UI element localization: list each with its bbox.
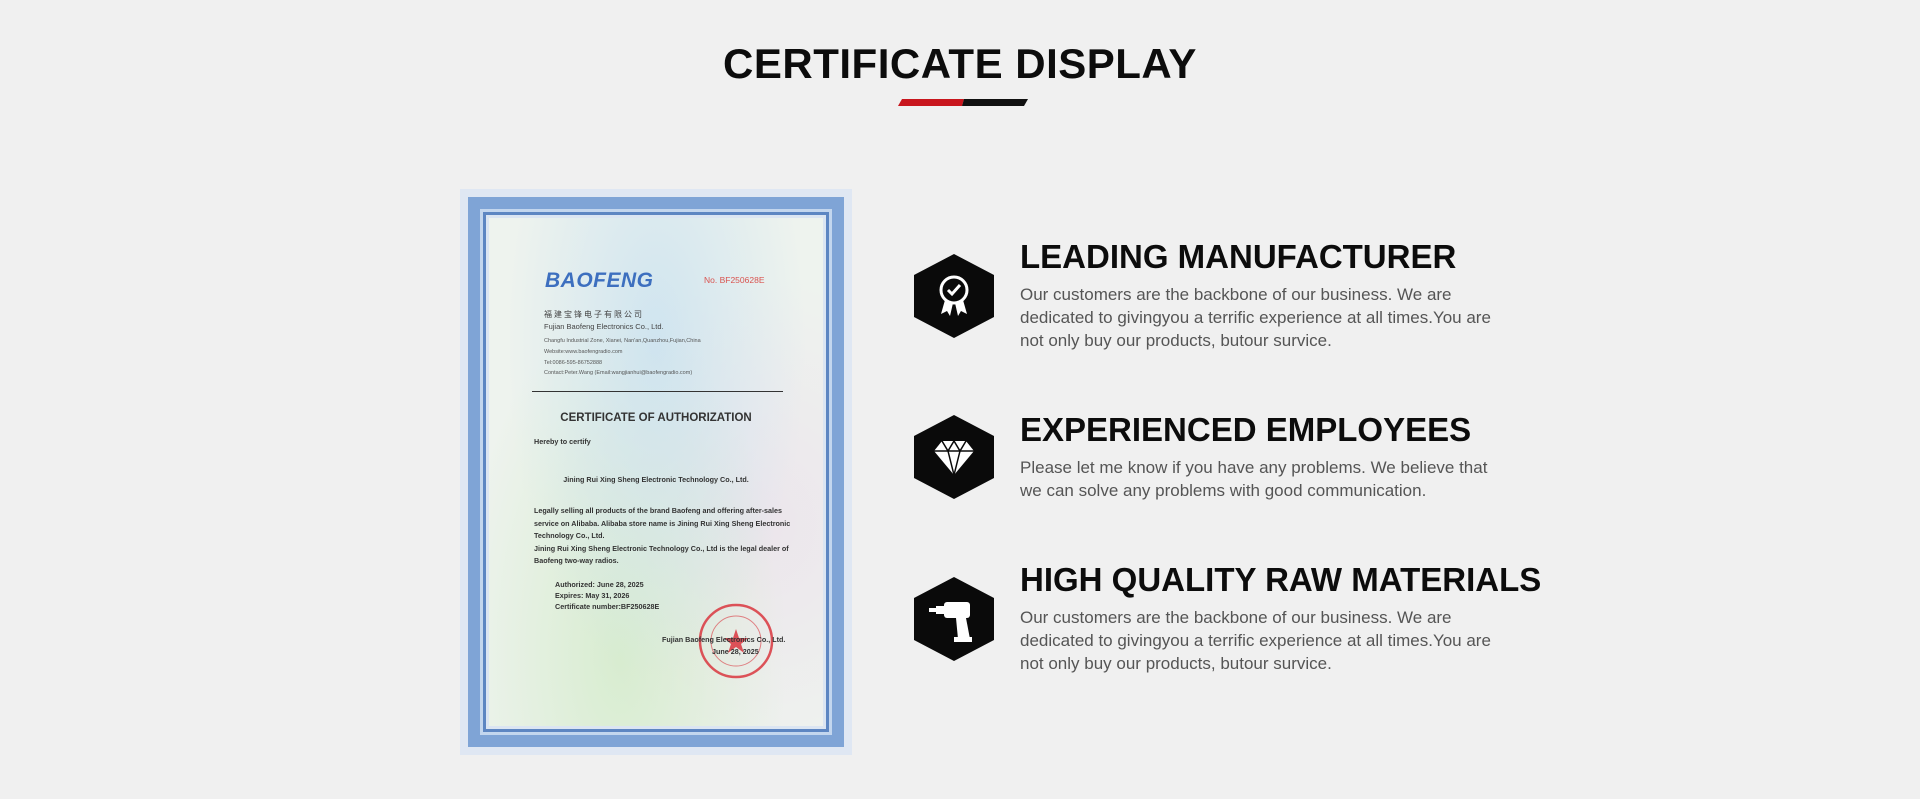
feature-experienced-employees: EXPERIENCED EMPLOYEES Please let me know… bbox=[914, 411, 1534, 511]
feature-description-line: Please let me know if you have any probl… bbox=[1020, 458, 1488, 477]
feature-description-line: not only buy our products, butour survic… bbox=[1020, 331, 1332, 350]
certificate-number-top: No. BF250628E bbox=[704, 275, 765, 285]
certificate-website: Website:www.baofengradio.com bbox=[544, 349, 623, 355]
certificate-logo: BAOFENG bbox=[545, 269, 654, 292]
certificate-divider bbox=[532, 391, 783, 392]
feature-description: Please let me know if you have any probl… bbox=[1020, 456, 1540, 502]
certificate-paragraph: Legally selling all products of the bran… bbox=[534, 505, 796, 568]
drill-icon bbox=[914, 577, 994, 661]
certificate-dealer: Jining Rui Xing Sheng Electronic Technol… bbox=[563, 475, 749, 484]
feature-description-line: dedicated to givingyou a terrific experi… bbox=[1020, 308, 1491, 327]
section-title: CERTIFICATE DISPLAY bbox=[723, 40, 1197, 87]
feature-title: EXPERIENCED EMPLOYEES bbox=[1020, 411, 1472, 448]
certificate-signer: Fujian Baofeng Electronics Co., Ltd. bbox=[662, 635, 786, 644]
certificate-cert-number: Certificate number:BF250628E bbox=[555, 602, 660, 611]
certificate-para-line: Jining Rui Xing Sheng Electronic Technol… bbox=[534, 543, 789, 553]
feature-title: HIGH QUALITY RAW MATERIALS bbox=[1020, 561, 1542, 598]
certificate-para-line: Technology Co., Ltd. bbox=[534, 531, 605, 540]
certificate-image: BAOFENG No. BF250628E 福建宝锋电子有限公司 Fujian … bbox=[460, 189, 852, 755]
certificate-tel: Tel:0086-595-86752888 bbox=[544, 360, 603, 366]
feature-description-line: dedicated to givingyou a terrific experi… bbox=[1020, 631, 1491, 650]
feature-description-line: Our customers are the backbone of our bu… bbox=[1020, 285, 1452, 304]
certificate-heading: CERTIFICATE OF AUTHORIZATION bbox=[560, 412, 752, 424]
certificate-authorized: Authorized: June 28, 2025 bbox=[555, 580, 644, 589]
certificate-para-line: Baofeng two-way radios. bbox=[534, 556, 619, 565]
feature-description: Our customers are the backbone of our bu… bbox=[1020, 606, 1540, 675]
certificate-sign-date: June 28, 2025 bbox=[712, 647, 759, 656]
feature-description-line: Our customers are the backbone of our bu… bbox=[1020, 608, 1452, 627]
certificate-certify: Hereby to certify bbox=[534, 437, 591, 446]
feature-description: Our customers are the backbone of our bu… bbox=[1020, 283, 1540, 352]
feature-leading-manufacturer: LEADING MANUFACTURER Our customers are t… bbox=[914, 238, 1534, 358]
diamond-icon bbox=[914, 415, 994, 499]
feature-title: LEADING MANUFACTURER bbox=[1020, 238, 1457, 275]
certificate-para-line: Legally selling all products of the bran… bbox=[534, 506, 783, 515]
certificate-company-cn: 福建宝锋电子有限公司 bbox=[544, 310, 644, 319]
award-badge-icon bbox=[914, 254, 994, 338]
feature-description-line: we can solve any problems with good comm… bbox=[1020, 481, 1427, 500]
title-underline bbox=[898, 99, 1028, 106]
certificate-address: Changfu Industrial Zone, Xianei, Nan'an,… bbox=[544, 338, 701, 344]
certificate-expires: Expires: May 31, 2026 bbox=[555, 591, 630, 600]
certificate-company-en: Fujian Baofeng Electronics Co., Ltd. bbox=[544, 322, 664, 331]
feature-description-line: not only buy our products, butour survic… bbox=[1020, 654, 1332, 673]
feature-high-quality-raw-materials: HIGH QUALITY RAW MATERIALS Our customers… bbox=[914, 561, 1541, 681]
certificate-contact: Contact:Peter.Wang (Email:wangjianhui@ba… bbox=[544, 370, 693, 376]
certificate-para-line: service on Alibaba. Alibaba store name i… bbox=[534, 518, 791, 528]
